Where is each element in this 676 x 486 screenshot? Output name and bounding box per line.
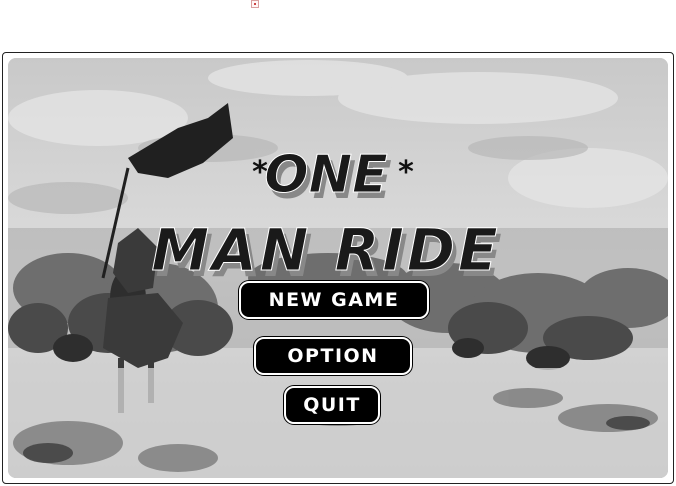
game-title-line2: MAN RIDE xyxy=(151,216,500,284)
page: ONE MAN RIDE ONE MAN RIDE * * NEW GAME O… xyxy=(0,0,676,486)
option-button[interactable]: OPTION xyxy=(254,337,412,375)
game-title-logo: ONE MAN RIDE ONE MAN RIDE * * xyxy=(151,145,502,291)
quit-button[interactable]: QUIT xyxy=(284,386,380,424)
game-frame: ONE MAN RIDE ONE MAN RIDE * * NEW GAME O… xyxy=(2,52,674,484)
broken-image-icon xyxy=(251,0,259,8)
title-star-right: * xyxy=(398,155,414,190)
title-star-left: * xyxy=(252,155,268,190)
game-title-line1: ONE xyxy=(264,145,387,205)
game-canvas[interactable]: ONE MAN RIDE ONE MAN RIDE * * NEW GAME O… xyxy=(8,58,668,478)
new-game-button[interactable]: NEW GAME xyxy=(239,281,429,319)
